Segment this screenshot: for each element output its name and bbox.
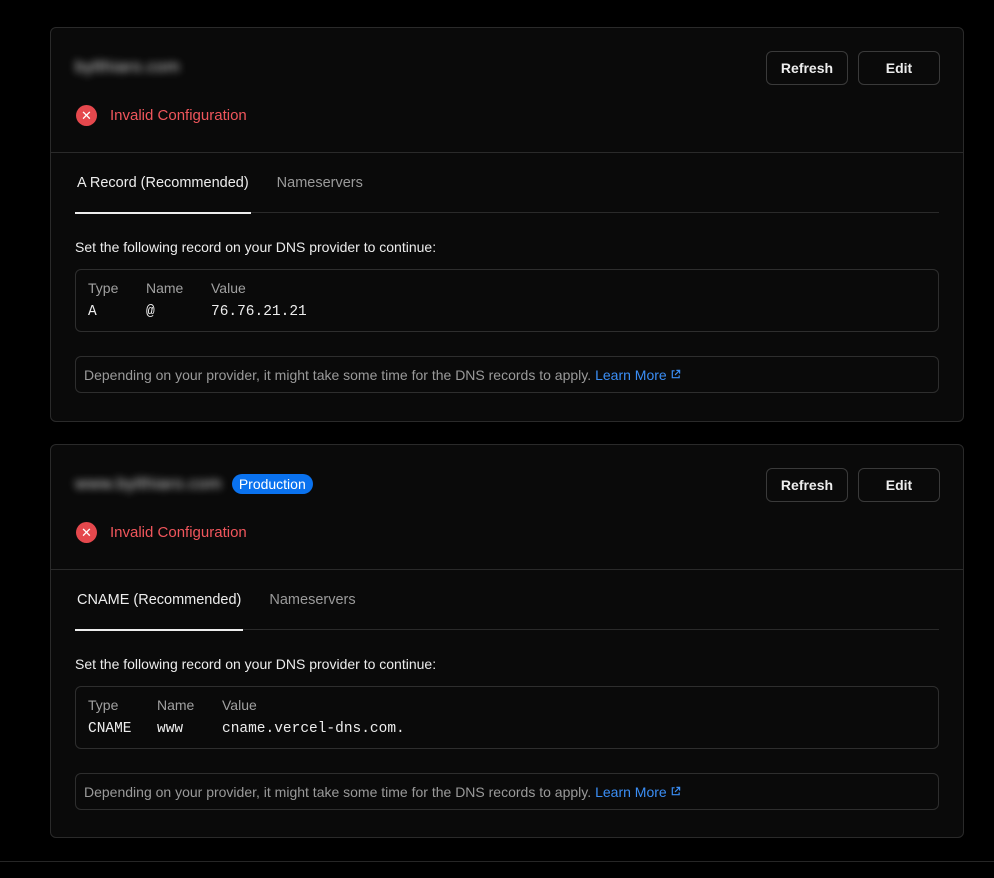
learn-more-link[interactable]: Learn More <box>595 367 681 383</box>
domain-actions: Refresh Edit <box>766 51 940 85</box>
external-link-icon <box>671 369 680 379</box>
domain-card-body: A Record (Recommended) Nameservers Set t… <box>51 153 963 393</box>
record-type[interactable]: A <box>88 304 146 320</box>
record-header-type: Type <box>88 697 119 713</box>
record-tabs: A Record (Recommended) Nameservers <box>75 153 939 214</box>
status-text: Invalid Configuration <box>110 524 247 541</box>
record-header-name: Name <box>146 280 184 296</box>
domain-actions: Refresh Edit <box>766 468 940 502</box>
domain-title-row: bylthiaro.com <box>75 57 180 77</box>
bottom-divider <box>0 861 994 862</box>
note-text: Depending on your provider, it might tak… <box>84 783 592 800</box>
status-row: ✕ Invalid Configuration <box>76 105 247 126</box>
dns-record-table: Type Name Value CNAME www cname.vercel-d… <box>88 697 926 737</box>
tab-cname[interactable]: CNAME (Recommended) <box>75 570 244 631</box>
error-x-icon: ✕ <box>76 522 97 543</box>
error-x-icon: ✕ <box>76 105 97 126</box>
learn-more-label: Learn More <box>595 783 667 800</box>
domain-title-row: www.bylthiaro.com Production <box>75 474 313 494</box>
dns-record-table: Type Name Value A @ 76.76.21.21 <box>88 280 926 320</box>
record-header-value: Value <box>211 280 246 296</box>
record-value[interactable]: 76.76.21.21 <box>211 304 926 320</box>
record-value[interactable]: cname.vercel-dns.com. <box>222 721 926 737</box>
refresh-button[interactable]: Refresh <box>766 51 848 85</box>
record-name[interactable]: www <box>157 721 222 737</box>
domain-name[interactable]: bylthiaro.com <box>75 57 180 77</box>
domain-card-header: bylthiaro.com Refresh Edit ✕ Invalid Con… <box>51 28 963 153</box>
refresh-button[interactable]: Refresh <box>766 468 848 502</box>
domain-card-body: CNAME (Recommended) Nameservers Set the … <box>51 570 963 810</box>
domain-card: www.bylthiaro.com Production Refresh Edi… <box>50 444 964 838</box>
record-header-type: Type <box>88 280 119 296</box>
status-row: ✕ Invalid Configuration <box>76 522 247 543</box>
propagation-note: Depending on your provider, it might tak… <box>75 773 939 810</box>
instruction-text: Set the following record on your DNS pro… <box>75 656 437 672</box>
note-text: Depending on your provider, it might tak… <box>84 366 592 383</box>
external-link-icon <box>671 786 680 796</box>
domain-card: bylthiaro.com Refresh Edit ✕ Invalid Con… <box>50 27 964 422</box>
tab-nameservers[interactable]: Nameservers <box>267 570 357 630</box>
dns-record-box: Type Name Value A @ 76.76.21.21 <box>75 269 939 332</box>
tab-a-record[interactable]: A Record (Recommended) <box>75 153 251 214</box>
record-name[interactable]: @ <box>146 304 211 320</box>
status-text: Invalid Configuration <box>110 107 247 124</box>
edit-button[interactable]: Edit <box>858 468 940 502</box>
domains-page: bylthiaro.com Refresh Edit ✕ Invalid Con… <box>0 0 994 878</box>
instruction-text: Set the following record on your DNS pro… <box>75 239 437 255</box>
domain-name[interactable]: www.bylthiaro.com <box>75 474 222 494</box>
record-tabs: CNAME (Recommended) Nameservers <box>75 570 939 631</box>
production-badge: Production <box>231 474 313 494</box>
propagation-note: Depending on your provider, it might tak… <box>75 356 939 393</box>
record-header-name: Name <box>157 697 195 713</box>
learn-more-label: Learn More <box>595 366 667 383</box>
tab-nameservers[interactable]: Nameservers <box>275 153 365 213</box>
learn-more-link[interactable]: Learn More <box>595 784 681 800</box>
record-header-value: Value <box>222 697 257 713</box>
dns-record-box: Type Name Value CNAME www cname.vercel-d… <box>75 686 939 749</box>
record-type[interactable]: CNAME <box>88 721 157 737</box>
edit-button[interactable]: Edit <box>858 51 940 85</box>
domain-card-header: www.bylthiaro.com Production Refresh Edi… <box>51 445 963 570</box>
